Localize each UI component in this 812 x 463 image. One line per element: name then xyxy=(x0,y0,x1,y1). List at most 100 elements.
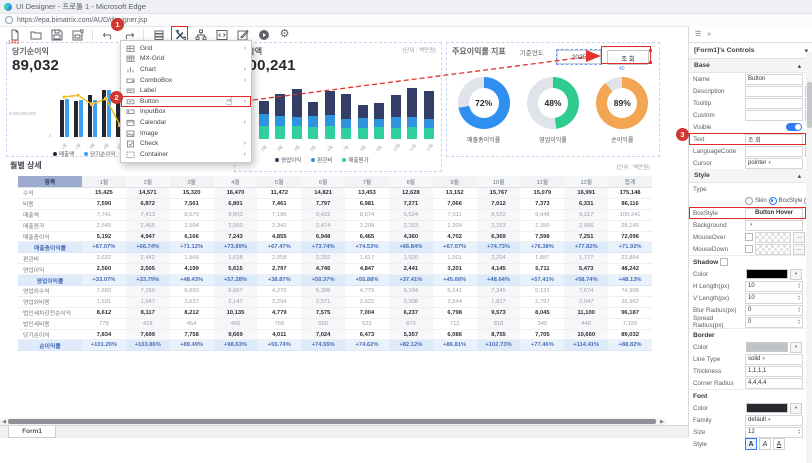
scroll-right-icon[interactable]: ▶ xyxy=(658,419,666,425)
spinner-arrows-icon[interactable]: ▴▾ xyxy=(798,295,800,302)
boxstyle-value[interactable]: Button Hover xyxy=(745,208,803,219)
prop-input[interactable] xyxy=(745,146,803,157)
table-row-매출총이익[interactable]: 매출총이익5,1924,9476,1667,2434,8556,9486,465… xyxy=(18,232,652,243)
prop-spinner[interactable]: 0▴▾ xyxy=(745,317,803,328)
table-row-법인세차감전순이익[interactable]: 법인세차감전순이익8,6128,1178,21210,1354,7797,575… xyxy=(18,308,652,319)
prop-select[interactable]: default▾ xyxy=(745,415,803,426)
chevron-down-icon[interactable]: ▾ xyxy=(790,342,802,353)
italic-button[interactable]: A xyxy=(759,438,771,450)
menu-item-calendar[interactable]: Calendar› xyxy=(121,117,251,128)
settings-icon[interactable]: ⚙ xyxy=(278,28,291,41)
prop-checkbox[interactable] xyxy=(745,233,753,241)
prop-input[interactable]: Button xyxy=(745,74,803,85)
x-tick: 4월 xyxy=(293,144,301,152)
panel-scrollbar[interactable] xyxy=(806,52,812,463)
base-year-combobox[interactable]: 2025 xyxy=(557,50,601,64)
open-folder-icon[interactable] xyxy=(29,28,42,41)
prop-select[interactable]: ▾ xyxy=(745,220,803,231)
table-row-수익[interactable]: 수익15,42514,57115,32016,47011,47214,82113… xyxy=(18,188,652,199)
table-row-매출액[interactable]: 매출액7,7417,4138,6709,8037,1969,4228,6746,… xyxy=(18,210,652,221)
donut-ring: 89% xyxy=(596,77,648,129)
annotation-step-1: 1 xyxy=(111,18,124,31)
horizontal-scrollbar[interactable]: ◀ ▶ xyxy=(0,418,666,425)
menu-item-chart[interactable]: Chart› xyxy=(121,64,251,75)
spinner-arrows-icon[interactable]: ▴▾ xyxy=(798,283,800,290)
menu-item-container[interactable]: Container› xyxy=(121,149,251,160)
section-style[interactable]: Style▴ xyxy=(689,169,806,183)
spinner-arrows-icon[interactable]: ▴▾ xyxy=(798,307,800,314)
menu-item-combobox[interactable]: ComboBox› xyxy=(121,75,251,86)
menu-item-check[interactable]: Check› xyxy=(121,138,251,149)
row-label-cell: 판관비 xyxy=(18,253,82,264)
table-row-판관비[interactable]: 판관비2,6322,4421,9661,6282,0582,2021,6171,… xyxy=(18,253,652,264)
prop-input[interactable] xyxy=(745,110,803,121)
table-row-매출총이익률[interactable]: 매출총이익률+67.07%+66.74%+71.12%+73.89%+67.47… xyxy=(18,242,652,253)
undo-icon[interactable] xyxy=(101,28,114,41)
table-row-비용[interactable]: 비용7,5906,8727,5616,8017,4617,7976,9817,2… xyxy=(18,199,652,210)
prop-checkbox[interactable] xyxy=(745,245,753,253)
value-cell: 9,422 xyxy=(301,210,345,221)
prop-input[interactable] xyxy=(745,86,803,97)
color-swatch[interactable] xyxy=(746,403,788,413)
prop-input[interactable]: 4,4,4,4 xyxy=(745,378,803,389)
prop-input[interactable] xyxy=(745,98,803,109)
underline-button[interactable]: A xyxy=(773,438,785,450)
prop-spinner[interactable]: 12 ▴▾ xyxy=(745,427,803,438)
run-icon[interactable] xyxy=(257,28,270,41)
prop-input[interactable]: 1,1,1,1 xyxy=(745,366,803,377)
prop-spinner[interactable]: 10▴▾ xyxy=(745,281,803,292)
shadow-checkbox[interactable] xyxy=(720,258,728,266)
prop-select[interactable]: solid▾ xyxy=(745,354,803,365)
page-icon xyxy=(5,16,13,24)
table-row-영업외수익[interactable]: 영업외수익7,6837,1596,6506,6674,2765,3994,779… xyxy=(18,286,652,297)
chevron-down-icon[interactable]: ▾ xyxy=(790,403,802,414)
spinner-value: 12 xyxy=(748,429,755,435)
value-cell: 8,755 xyxy=(477,330,521,341)
save-as-icon[interactable] xyxy=(71,28,84,41)
color-swatch[interactable] xyxy=(746,342,788,352)
value-cell: 6,369 xyxy=(477,232,521,243)
prop-row-tooltip: Tooltip… xyxy=(689,97,806,109)
prop-select[interactable]: pointer▾ xyxy=(745,158,803,169)
panel-scrollbar-thumb[interactable] xyxy=(807,82,812,128)
y-axis-label-top: 6,000,000,000 xyxy=(9,111,36,116)
bold-button[interactable]: A xyxy=(745,438,757,450)
menu-item-image[interactable]: Image xyxy=(121,128,251,139)
value-cell: 2,309 xyxy=(433,221,477,232)
section-base[interactable]: Base▴ xyxy=(689,59,806,73)
table-row-당기순이익[interactable]: 당기순이익7,8347,6997,7589,6694,0117,0246,473… xyxy=(18,330,652,341)
radio-boxstyle[interactable]: BoxStyle xyxy=(769,197,803,205)
table-row-영업외비용[interactable]: 영업외비용1,6311,5472,6372,1472,2942,5712,622… xyxy=(18,297,652,308)
ellipsis-button[interactable]: … xyxy=(793,232,805,243)
radio-skin[interactable]: Skin xyxy=(745,197,767,205)
value-cell: 7,373 xyxy=(520,199,564,210)
selection-handle[interactable] xyxy=(649,49,652,52)
color-swatch[interactable] xyxy=(746,269,788,279)
search-button[interactable]: 조 회 xyxy=(607,50,649,65)
save-icon[interactable] xyxy=(50,28,63,41)
panel-header[interactable]: [Form1]'s Controls ▾ xyxy=(689,42,812,59)
prop-spinner[interactable]: 0▴▾ xyxy=(745,305,803,316)
selection-handle[interactable] xyxy=(649,61,652,64)
form1-tab[interactable]: Form1 xyxy=(8,426,56,438)
prop-spinner[interactable]: 10▴▾ xyxy=(745,293,803,304)
chevron-down-icon[interactable]: ▾ xyxy=(790,269,802,280)
menu-item-mx-grid[interactable]: MX-Grid xyxy=(121,54,251,65)
horizontal-scrollbar-thumb[interactable] xyxy=(8,419,656,424)
prop-input[interactable]: 조 회 xyxy=(745,134,803,145)
ellipsis-button[interactable]: … xyxy=(793,244,805,255)
table-row-영업이익[interactable]: 영업이익2,5602,5054,1995,6152,7974,7464,8472… xyxy=(18,264,652,275)
menu-item-grid[interactable]: Grid› xyxy=(121,43,251,54)
value-cell: 712 xyxy=(433,319,477,330)
scroll-left-icon[interactable]: ◀ xyxy=(0,419,8,425)
panel-list-icon[interactable]: ☰ xyxy=(695,30,701,38)
panel-collapse-icon[interactable]: » xyxy=(707,31,711,38)
table-row-법인세비용[interactable]: 법인세비용77841845446676855053287971281834044… xyxy=(18,319,652,330)
table-row-매출원가[interactable]: 매출원가2,5492,4652,5042,5602,3412,4742,2092… xyxy=(18,221,652,232)
value-cell: 4,779 xyxy=(257,308,301,319)
table-row-순이익률[interactable]: 순이익률+101.20%+103.86%+89.49%+98.63%+55.74… xyxy=(18,340,652,351)
spinner-arrows-icon[interactable]: ▴▾ xyxy=(798,429,800,436)
visible-toggle[interactable] xyxy=(786,123,802,131)
table-row-영업이익률[interactable]: 영업이익률+33.07%+33.79%+48.43%+57.28%+38.87%… xyxy=(18,275,652,286)
spinner-arrows-icon[interactable]: ▴▾ xyxy=(798,319,800,326)
